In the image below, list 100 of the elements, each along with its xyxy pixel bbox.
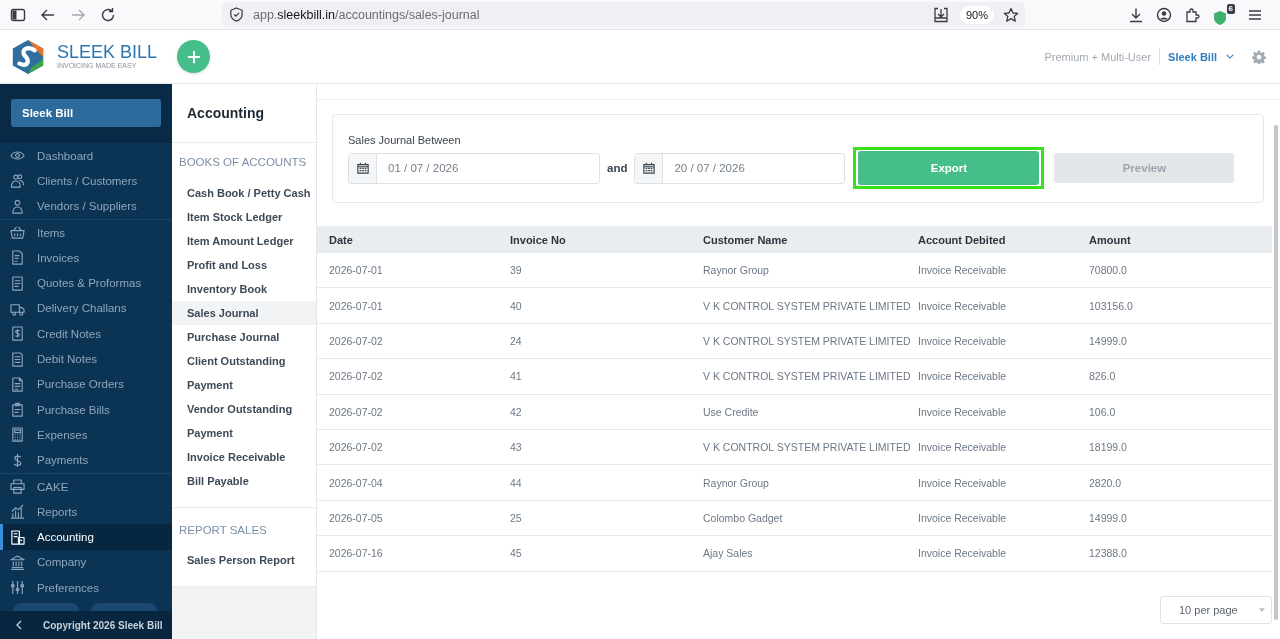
sidebar-item[interactable]: Payments bbox=[0, 447, 172, 473]
table-cell-text: 2026-07-02 bbox=[329, 405, 384, 418]
sidebar-item-label: Purchase Bills bbox=[37, 403, 110, 416]
sidebar-item-label: Dashboard bbox=[37, 149, 94, 162]
table-cell-text: V K CONTROL SYSTEM PRIVATE LIMITED bbox=[703, 334, 912, 347]
submenu-item[interactable]: Inventory Book bbox=[172, 277, 316, 301]
sidebar-item[interactable]: CAKE bbox=[0, 473, 172, 500]
column-header[interactable]: Customer Name bbox=[703, 233, 918, 246]
table-cell-text: Invoice Receivable bbox=[918, 476, 1008, 489]
sidebar-item-label: Delivery Challans bbox=[37, 302, 127, 315]
sidebar-item[interactable]: Reports bbox=[0, 499, 172, 525]
sidebar-item[interactable]: Company bbox=[0, 549, 172, 576]
calendar-icon bbox=[356, 162, 369, 174]
column-header[interactable]: Account Debited bbox=[918, 233, 1089, 246]
sidebar-item[interactable]: Dashboard bbox=[0, 143, 172, 169]
sidebar-item-label: Invoices bbox=[37, 251, 80, 264]
sidebar-item[interactable]: Delivery Challans bbox=[0, 295, 172, 322]
submenu-item[interactable]: Vendor Outstanding bbox=[172, 397, 316, 421]
bank-icon bbox=[10, 554, 25, 570]
download-icon[interactable] bbox=[1128, 6, 1144, 23]
and-label: and bbox=[607, 162, 628, 174]
submenu-item[interactable]: Sales Journal bbox=[172, 301, 316, 325]
table-cell-text: 44 bbox=[510, 476, 523, 489]
table-cell-text: Invoice Receivable bbox=[918, 299, 1008, 312]
table-cell-text: Raynor Group bbox=[703, 264, 770, 277]
sidebar-item[interactable]: Accounting bbox=[0, 524, 172, 550]
bar-chart-icon bbox=[10, 504, 25, 520]
plus-icon bbox=[186, 49, 201, 64]
sidebar-item[interactable]: Credit Notes bbox=[0, 321, 172, 347]
sidebar-item[interactable]: Expenses bbox=[0, 422, 172, 448]
table-cell-text: 2026-07-01 bbox=[329, 264, 384, 277]
sidebar-item-label: Preferences bbox=[37, 581, 99, 594]
submenu-item[interactable]: Payment bbox=[172, 421, 316, 445]
puzzle-icon[interactable] bbox=[1184, 6, 1200, 23]
submenu-heading: REPORT SALES bbox=[178, 523, 268, 538]
extension-button[interactable]: 6 bbox=[1212, 3, 1235, 26]
page-size-select[interactable]: 10 per page bbox=[1160, 595, 1272, 624]
submenu-item[interactable]: Payment bbox=[172, 373, 316, 397]
dollar-document-icon bbox=[10, 326, 25, 342]
chevron-left-icon[interactable] bbox=[16, 620, 22, 630]
sidebar-toggle-icon[interactable] bbox=[10, 6, 26, 23]
sidebar-item-label: Expenses bbox=[37, 428, 88, 441]
star-icon[interactable] bbox=[1003, 6, 1019, 23]
address-bar[interactable]: app.sleekbill.in/accountings/sales-journal 90% bbox=[222, 2, 1025, 27]
submenu-item[interactable]: Cash Book / Petty Cash bbox=[172, 181, 316, 205]
sidebar-item[interactable]: Items bbox=[0, 219, 172, 246]
scrollbar[interactable] bbox=[1274, 125, 1278, 620]
document-icon bbox=[10, 376, 25, 392]
zoom-level[interactable]: 90% bbox=[959, 5, 994, 24]
sidebar-item[interactable]: Debit Notes bbox=[0, 346, 172, 372]
sidebar-item[interactable]: Invoices bbox=[0, 245, 172, 271]
sidebar-item-label: Credit Notes bbox=[37, 327, 101, 340]
calendar-icon bbox=[642, 162, 655, 174]
sidebar-item-label: Purchase Orders bbox=[37, 378, 124, 391]
sliders-icon bbox=[10, 580, 25, 596]
shield-icon[interactable] bbox=[229, 7, 244, 22]
column-header[interactable]: Invoice No bbox=[510, 233, 703, 246]
table-cell-text: 25 bbox=[510, 511, 523, 524]
table-cell-text: V K CONTROL SYSTEM PRIVATE LIMITED bbox=[703, 370, 912, 383]
table-cell-text: 2026-07-02 bbox=[329, 370, 384, 383]
table-cell-text: Colombo Gadget bbox=[703, 511, 784, 524]
table-cell-text: 2026-07-02 bbox=[329, 334, 384, 347]
table-cell-text: Invoice Receivable bbox=[918, 547, 1008, 560]
date-field[interactable]: 20 / 07 / 2026 bbox=[634, 152, 846, 184]
table-cell-text: 42 bbox=[510, 405, 523, 418]
reload-icon[interactable] bbox=[100, 6, 116, 23]
sidebar-item[interactable]: Purchase Bills bbox=[0, 396, 172, 423]
table-cell-text: 14999.0 bbox=[1089, 511, 1128, 524]
sidebar-item-label: CAKE bbox=[37, 480, 69, 493]
account-menu[interactable]: Sleek Bill bbox=[1168, 50, 1217, 63]
shield-icon bbox=[1212, 9, 1228, 26]
document-icon bbox=[10, 250, 25, 266]
company-button[interactable]: Sleek Bill bbox=[11, 99, 161, 127]
chevron-down-icon[interactable] bbox=[1226, 54, 1234, 59]
account-icon[interactable] bbox=[1156, 6, 1172, 23]
submenu-item[interactable]: Invoice Receivable bbox=[172, 445, 316, 469]
column-header[interactable]: Date bbox=[329, 233, 510, 246]
submenu-item[interactable]: Profit and Loss bbox=[172, 253, 316, 277]
save-page-icon[interactable] bbox=[932, 6, 949, 23]
table-cell-text: Invoice Receivable bbox=[918, 441, 1008, 454]
sidebar-item[interactable]: Quotes & Proformas bbox=[0, 270, 172, 296]
submenu-item[interactable]: Sales Person Report bbox=[172, 548, 316, 572]
submenu-item[interactable]: Item Amount Ledger bbox=[172, 229, 316, 253]
column-header[interactable]: Amount bbox=[1089, 233, 1272, 246]
logo-name: SLEEK BILL bbox=[57, 43, 158, 62]
submenu-item[interactable]: Bill Payable bbox=[172, 469, 316, 493]
users-icon bbox=[10, 173, 25, 189]
table-cell-text: Invoice Receivable bbox=[918, 370, 1008, 383]
submenu-item[interactable]: Purchase Journal bbox=[172, 325, 316, 349]
sidebar-item[interactable]: Preferences bbox=[0, 575, 172, 601]
sidebar-item[interactable]: Vendors / Suppliers bbox=[0, 193, 172, 219]
table-cell-text: 2026-07-01 bbox=[329, 299, 384, 312]
table-cell-text: 70800.0 bbox=[1089, 264, 1128, 277]
submenu-item[interactable]: Client Outstanding bbox=[172, 349, 316, 373]
sidebar-item[interactable]: Clients / Customers bbox=[0, 168, 172, 194]
document-icon bbox=[10, 351, 25, 367]
date-field[interactable]: 01 / 07 / 2026 bbox=[348, 152, 600, 184]
table-cell-text: 2820.0 bbox=[1089, 476, 1123, 489]
sidebar-item[interactable]: Purchase Orders bbox=[0, 371, 172, 397]
submenu-item[interactable]: Item Stock Ledger bbox=[172, 205, 316, 229]
